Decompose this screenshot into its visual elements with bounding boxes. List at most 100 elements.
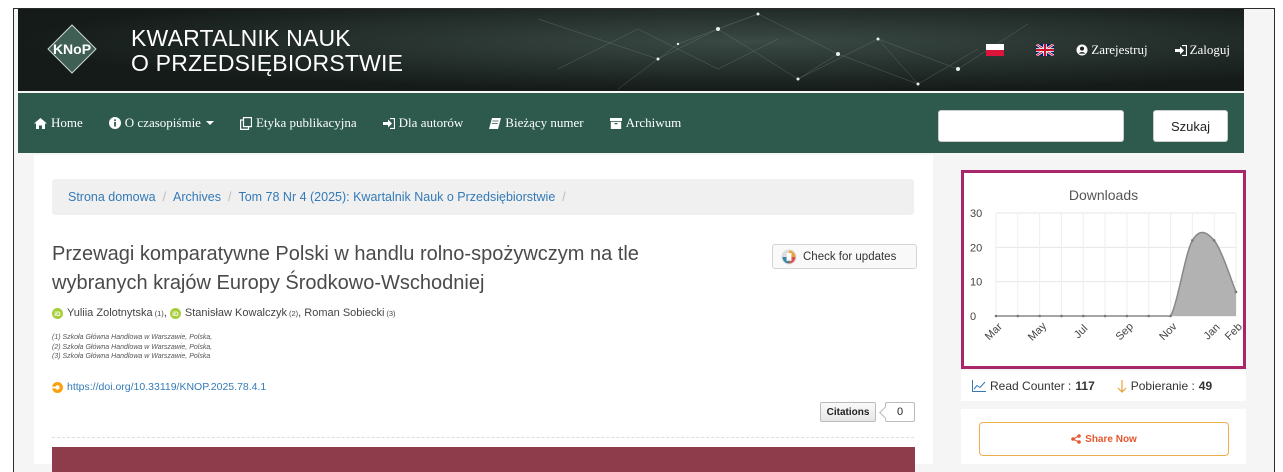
crossmark-icon <box>781 249 797 264</box>
svg-text:iD: iD <box>54 311 61 318</box>
site-title[interactable]: KWARTALNIK NAUK O PRZEDSIĘBIORSTWIE <box>131 26 403 76</box>
citations-label: Citations <box>826 406 870 418</box>
nav-item-ethics[interactable]: Etyka publikacyjna <box>239 115 357 131</box>
share-now-button[interactable]: Share Now <box>979 422 1229 456</box>
home-icon <box>34 117 47 129</box>
nav-item-label: Bieżący numer <box>505 115 584 130</box>
nav-item-archive[interactable]: Archiwum <box>609 115 681 131</box>
downloads-counter-label: Pobieranie : <box>1130 379 1195 393</box>
user-circle-icon <box>1076 44 1088 56</box>
copy-icon <box>239 116 252 130</box>
sign-in-icon <box>382 117 395 129</box>
read-counter-label: Read Counter : <box>990 379 1072 393</box>
data-point <box>1038 314 1041 318</box>
sign-in-icon <box>1174 44 1187 56</box>
register-link[interactable]: Zarejestruj <box>1076 42 1148 58</box>
read-counter-value: 117 <box>1075 379 1095 393</box>
svg-text:KNoP: KNoP <box>53 41 91 57</box>
check-for-updates-button[interactable]: Check for updates <box>772 244 917 269</box>
journal-logo[interactable]: KNoP <box>47 24 97 74</box>
breadcrumb-home-link[interactable]: Strona domowa <box>68 190 156 204</box>
author-name: Stanisław Kowalczyk <box>184 307 287 319</box>
data-point <box>1234 290 1238 294</box>
polish-flag-icon[interactable] <box>986 44 1005 56</box>
x-tick-label: Feb <box>1223 321 1243 343</box>
svg-text:iD: iD <box>172 311 179 318</box>
data-point <box>1081 314 1085 318</box>
downloads-chart: 0 10 20 30 Mar May Jul Sep Nov Jan Feb <box>970 208 1243 344</box>
data-point <box>1103 314 1107 318</box>
data-point <box>1212 239 1216 242</box>
archive-icon <box>609 117 622 129</box>
nav-item-home[interactable]: Home <box>34 115 83 131</box>
site-title-line2: O PRZEDSIĘBIORSTWIE <box>131 50 404 76</box>
doi-url: https://doi.org/10.33119/KNOP.2025.78.4.… <box>67 381 267 393</box>
nav-item-label: Dla autorów <box>398 115 464 130</box>
site-title-line1: KWARTALNIK NAUK <box>131 25 351 51</box>
arrow-down-icon <box>1117 379 1127 393</box>
data-point <box>1147 314 1151 318</box>
uk-flag-icon[interactable] <box>1036 44 1055 56</box>
article-stats: Read Counter : 117 Pobieranie : 49 <box>961 371 1246 401</box>
data-point <box>1191 239 1194 242</box>
breadcrumb-issue-link[interactable]: Tom 78 Nr 4 (2025): Kwartalnik Nauk o Pr… <box>238 190 555 204</box>
y-tick-label: 10 <box>970 277 982 289</box>
breadcrumb-separator: / <box>227 190 232 204</box>
book-icon <box>489 117 502 129</box>
author-name: Yuliia Zolotnytska <box>67 307 153 319</box>
data-point <box>1060 314 1063 318</box>
author-affiliation-ref: (3) <box>386 308 396 318</box>
y-tick-label: 20 <box>970 242 982 254</box>
doi-link[interactable]: https://doi.org/10.33119/KNOP.2025.78.4.… <box>52 381 266 393</box>
search-button[interactable]: Szukaj <box>1153 110 1228 142</box>
nav-item-current-issue[interactable]: Bieżący numer <box>489 115 584 131</box>
data-point <box>1125 314 1129 318</box>
nav-item-about[interactable]: O czasopiśmie <box>108 115 214 131</box>
citations-badge[interactable]: Citations <box>820 402 876 422</box>
breadcrumb-separator: / <box>562 190 566 204</box>
login-label: Zaloguj <box>1189 42 1230 57</box>
citations-count: 0 <box>885 402 915 422</box>
nav-item-label: O czasopiśmie <box>124 115 201 130</box>
data-point <box>994 314 998 318</box>
nav-item-label: Etyka publikacyjna <box>255 115 357 130</box>
author-list: iD Yuliia Zolotnytska (1), iD Stanisław K… <box>52 307 396 319</box>
data-point <box>1169 314 1172 318</box>
nav-item-label: Home <box>51 115 83 130</box>
x-tick-label: Mar <box>983 321 1005 343</box>
check-updates-label: Check for updates <box>803 250 897 263</box>
affiliation-list: (1) Szkoła Główna Handlowa w Warszawie, … <box>52 333 212 362</box>
x-tick-label: Jul <box>1072 323 1090 341</box>
orcid-icon[interactable]: iD <box>52 307 63 319</box>
x-tick-label: May <box>1026 320 1050 344</box>
y-tick-label: 30 <box>970 208 982 220</box>
info-icon <box>108 117 121 129</box>
article-panel: Strona domowa / Archives / Tom 78 Nr 4 (… <box>34 155 933 464</box>
breadcrumb: Strona domowa / Archives / Tom 78 Nr 4 (… <box>52 179 914 215</box>
chevron-down-icon <box>205 121 214 125</box>
login-link[interactable]: Zaloguj <box>1174 42 1230 58</box>
downloads-chart-panel: Downloads 0 10 20 30 Mar May Jul Sep Nov Jan Feb <box>961 170 1246 369</box>
affiliation-line: (2) Szkoła Główna Handlowa w Warszawie, … <box>52 343 213 351</box>
article-title: Przewagi komparatywne Polski w handlu ro… <box>52 243 639 294</box>
downloads-area <box>996 232 1236 316</box>
abstract-header-bar <box>52 447 915 472</box>
y-tick-label: 0 <box>970 311 976 323</box>
site-banner: KNoP KWARTALNIK NAUK O PRZEDSIĘBIORSTWIE… <box>18 9 1244 91</box>
header-actions: Zarejestruj Zaloguj <box>986 42 1230 58</box>
affiliation-line: (1) Szkoła Główna Handlowa w Warszawie, … <box>52 334 213 341</box>
downloads-counter: Pobieranie : 49 <box>1117 379 1212 393</box>
nav-item-for-authors[interactable]: Dla autorów <box>382 115 464 131</box>
affiliation-line: (3) Szkoła Główna Handlowa w Warszawie, … <box>52 353 211 360</box>
data-point <box>1016 314 1020 318</box>
orcid-icon[interactable]: iD <box>169 307 181 319</box>
share-icon <box>1071 434 1081 444</box>
share-now-label: Share Now <box>1085 433 1137 445</box>
x-tick-label: Nov <box>1157 320 1180 343</box>
downloads-counter-value: 49 <box>1198 379 1213 393</box>
breadcrumb-archives-link[interactable]: Archives <box>173 190 221 204</box>
author-affiliation-ref: (2) <box>289 308 299 318</box>
x-tick-label: Jan <box>1202 321 1223 342</box>
search-input[interactable] <box>938 110 1124 142</box>
read-counter: Read Counter : 117 <box>972 379 1095 393</box>
